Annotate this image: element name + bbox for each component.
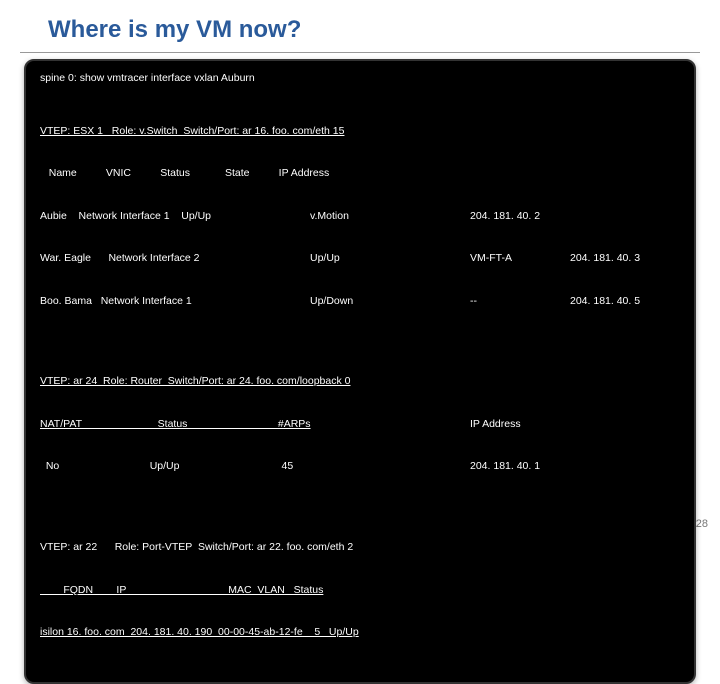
vtep-block-esx1: VTEP: ESX 1 Role: v.Switch Switch/Port: … [40,95,680,336]
slide-title: Where is my VM now? [20,0,700,53]
vtep-block-ar24: VTEP: ar 24 Role: Router Switch/Port: ar… [40,346,680,502]
cli-prompt: spine 0: show vmtracer interface vxlan A… [40,71,680,85]
slide-number: 28 [696,518,708,530]
vtep-block-ar22: VTEP: ar 22 Role: Port-VTEP Switch/Port:… [40,512,680,668]
terminal-output: spine 0: show vmtracer interface vxlan A… [24,59,696,684]
